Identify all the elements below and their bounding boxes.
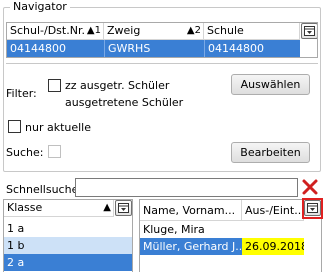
list-item[interactable]: 2 a bbox=[4, 254, 132, 271]
search-checkbox[interactable] bbox=[48, 145, 61, 158]
column-header-branch[interactable]: Zweig ▲2 bbox=[104, 23, 204, 40]
table-cell[interactable]: 04144800 bbox=[7, 40, 104, 57]
only-current-checkbox[interactable] bbox=[8, 120, 21, 133]
search-label: Suche: bbox=[6, 146, 44, 159]
column-header-label: Schul-/Dst.Nr. bbox=[10, 24, 85, 37]
exited-students-label-2: ausgetretene Schüler bbox=[65, 96, 184, 109]
column-header-label: Schule bbox=[207, 24, 244, 37]
list-item[interactable]: 1 a bbox=[4, 220, 132, 237]
table-cell-empty bbox=[300, 40, 317, 57]
column-header-label: Zweig bbox=[107, 24, 141, 37]
column-picker-icon[interactable] bbox=[115, 200, 132, 216]
student-grid[interactable]: Name, Vornam... Aus-/Eint... Kluge, Mira… bbox=[139, 199, 322, 272]
table-cell[interactable]: 04144800 bbox=[204, 40, 300, 57]
column-picker-icon[interactable] bbox=[304, 200, 321, 216]
clear-x-icon[interactable] bbox=[301, 178, 319, 196]
quicksearch-input[interactable] bbox=[75, 178, 298, 197]
sort-up-arrow-icon: ▲1 bbox=[86, 25, 101, 36]
edit-button[interactable]: Bearbeiten bbox=[231, 142, 310, 163]
column-header-label: Klasse bbox=[7, 201, 43, 214]
sort-up-arrow-icon: ▲2 bbox=[186, 25, 201, 36]
filter-label: Filter: bbox=[6, 87, 37, 100]
table-row-date[interactable]: 26.09.2018 bbox=[242, 238, 304, 255]
table-cell[interactable]: GWRHS bbox=[104, 40, 204, 57]
navigator-title: Navigator bbox=[10, 0, 70, 13]
column-header-name[interactable]: Name, Vornam... bbox=[140, 200, 242, 221]
column-header-school[interactable]: Schule bbox=[204, 23, 300, 40]
column-header-class[interactable]: Klasse ▲ bbox=[4, 200, 114, 217]
column-picker-icon[interactable] bbox=[301, 23, 317, 39]
column-header-school-number[interactable]: Schul-/Dst.Nr. ▲1 bbox=[7, 23, 104, 40]
quicksearch-label: Schnellsuche bbox=[6, 183, 79, 196]
column-header-exit-entry[interactable]: Aus-/Eint... bbox=[242, 200, 304, 221]
school-grid[interactable]: Schul-/Dst.Nr. ▲1 Zweig ▲2 Schule 041448… bbox=[6, 22, 318, 58]
divider bbox=[6, 63, 318, 64]
exited-students-label-1: zz ausgetr. Schüler bbox=[65, 79, 170, 92]
class-grid[interactable]: Klasse ▲ 1 a 1 b 2 a bbox=[3, 199, 133, 272]
table-row-name[interactable]: Müller, Gerhard J... bbox=[140, 238, 242, 255]
list-item[interactable]: 1 b bbox=[4, 237, 132, 254]
select-button[interactable]: Auswählen bbox=[231, 74, 310, 95]
sort-up-arrow-icon: ▲ bbox=[103, 202, 111, 213]
table-row-name[interactable]: Kluge, Mira bbox=[140, 221, 321, 238]
exited-students-checkbox[interactable] bbox=[48, 79, 61, 92]
navigator-panel: Navigator Schul-/Dst.Nr. ▲1 Zweig ▲2 Sch… bbox=[0, 0, 327, 272]
only-current-label: nur aktuelle bbox=[25, 121, 92, 134]
